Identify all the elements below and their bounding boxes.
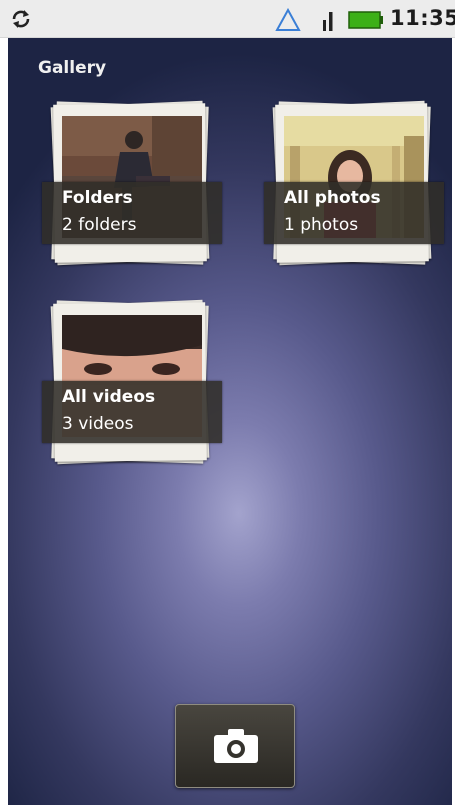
album-name: All photos bbox=[284, 188, 381, 208]
signal-icon bbox=[323, 12, 333, 31]
album-name: All videos bbox=[62, 387, 156, 407]
album-all-photos[interactable]: All photos 1 photos bbox=[264, 94, 446, 274]
album-caption: Folders 2 folders bbox=[42, 182, 222, 244]
wifi-icon bbox=[275, 8, 301, 31]
camera-button[interactable] bbox=[175, 704, 295, 788]
album-name: Folders bbox=[62, 188, 133, 208]
camera-icon bbox=[214, 729, 258, 763]
sync-icon bbox=[12, 10, 30, 28]
clock: 11:35 bbox=[390, 6, 455, 30]
album-all-videos[interactable]: All videos 3 videos bbox=[42, 293, 224, 473]
status-bar: 11:35 bbox=[0, 0, 455, 38]
album-caption: All photos 1 photos bbox=[264, 182, 444, 244]
battery-icon bbox=[348, 11, 383, 29]
album-count: 3 videos bbox=[62, 414, 134, 434]
album-count: 2 folders bbox=[62, 215, 137, 235]
gallery-screen: Gallery Folders 2 folders All photos 1 p… bbox=[8, 38, 452, 805]
album-folders[interactable]: Folders 2 folders bbox=[42, 94, 224, 274]
album-count: 1 photos bbox=[284, 215, 359, 235]
page-title: Gallery bbox=[38, 58, 107, 78]
album-caption: All videos 3 videos bbox=[42, 381, 222, 443]
